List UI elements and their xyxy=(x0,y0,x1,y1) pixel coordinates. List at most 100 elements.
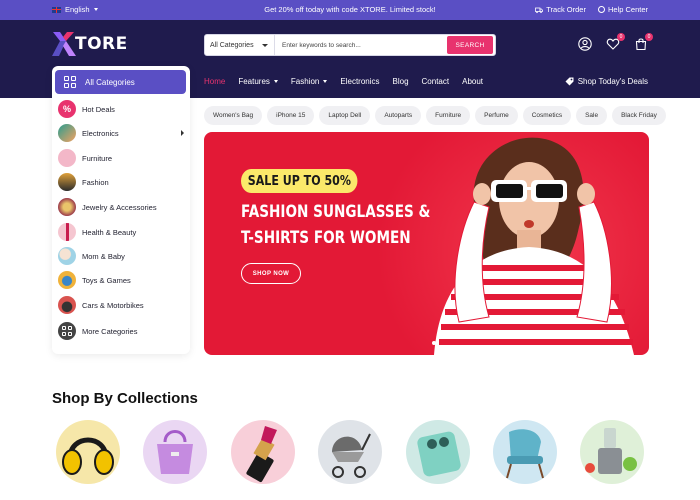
nav-fashion[interactable]: Fashion xyxy=(290,77,328,86)
chevron-down-icon xyxy=(323,80,328,83)
track-order-label: Track Order xyxy=(546,5,586,14)
headphones-collection-icon[interactable] xyxy=(56,420,120,484)
percent-icon: % xyxy=(58,100,76,118)
cart-button[interactable]: 0 xyxy=(634,33,653,51)
x-logo-icon xyxy=(52,32,76,56)
jewelry-thumb-icon xyxy=(58,198,76,216)
lipstick-collection-icon[interactable] xyxy=(231,420,295,484)
nav-home[interactable]: Home xyxy=(204,77,225,86)
category-label: Furniture xyxy=(82,153,113,163)
category-toys-games[interactable]: Toys & Games xyxy=(58,271,184,289)
nav-electronics-label: Electronics xyxy=(340,77,380,86)
category-health-beauty[interactable]: Health & Beauty xyxy=(58,223,184,241)
category-hot-deals[interactable]: % Hot Deals xyxy=(58,100,184,118)
tag-chip[interactable]: Women's Bag xyxy=(204,106,263,125)
main-nav: Home Features Fashion Electronics Blog C… xyxy=(204,77,483,86)
tag-chip[interactable]: iPhone 15 xyxy=(267,106,315,125)
search-category-label: All Categories xyxy=(210,41,254,49)
top-promo-bar: English Get 20% off today with code XTOR… xyxy=(0,0,700,20)
wishlist-button[interactable]: 0 xyxy=(606,33,625,51)
account-icon xyxy=(578,37,592,51)
tag-icon xyxy=(565,77,574,86)
category-label: Jewelry & Accessories xyxy=(82,202,157,212)
more-categories-link[interactable]: More Categories xyxy=(58,322,184,340)
nav-blog-label: Blog xyxy=(392,77,409,86)
all-categories-button[interactable]: All Categories xyxy=(55,70,186,94)
help-center-link[interactable]: Help Center xyxy=(597,5,648,14)
truck-icon xyxy=(535,7,544,13)
category-fashion[interactable]: Fashion xyxy=(58,173,184,191)
category-label: Electronics xyxy=(82,128,119,138)
category-label: Cars & Motorbikes xyxy=(82,300,144,310)
nav-fashion-label: Fashion xyxy=(290,77,320,86)
juicer-collection-icon[interactable] xyxy=(580,420,644,484)
nav-about-label: About xyxy=(462,77,484,86)
tag-chip[interactable]: Laptop Dell xyxy=(319,106,371,125)
site-logo[interactable]: TORE xyxy=(52,31,128,57)
collections-row xyxy=(0,420,700,500)
todays-deals-label: Shop Today's Deals xyxy=(577,77,648,86)
category-electronics[interactable]: Electronics xyxy=(58,124,184,142)
shop-now-button[interactable]: SHOP NOW xyxy=(241,263,301,284)
banner-headline-line2: T-SHIRTS FOR WOMEN xyxy=(241,228,411,248)
beauty-thumb-icon xyxy=(58,223,76,241)
toys-thumb-icon xyxy=(58,271,76,289)
tag-chip[interactable]: Sale xyxy=(576,106,608,125)
category-label: Health & Beauty xyxy=(82,227,137,237)
category-jewelry-accessories[interactable]: Jewelry & Accessories xyxy=(58,198,184,216)
carousel-dot[interactable] xyxy=(432,341,436,345)
category-label: Mom & Baby xyxy=(82,251,125,261)
chevron-right-icon xyxy=(181,130,184,136)
nav-electronics[interactable]: Electronics xyxy=(340,77,379,86)
nav-contact[interactable]: Contact xyxy=(422,77,450,86)
category-label: Toys & Games xyxy=(82,275,131,285)
banner-headline-line1: FASHION SUNGLASSES & xyxy=(241,202,431,222)
armchair-collection-icon[interactable] xyxy=(493,420,557,484)
furniture-thumb-icon xyxy=(58,149,76,167)
cars-thumb-icon xyxy=(58,296,76,314)
search-button[interactable]: SEARCH xyxy=(447,36,493,54)
account-button[interactable] xyxy=(578,37,592,51)
search-category-select[interactable]: All Categories xyxy=(205,35,275,55)
tag-chip[interactable]: Autoparts xyxy=(375,106,422,125)
nav-about[interactable]: About xyxy=(462,77,483,86)
more-grid-icon xyxy=(58,322,76,340)
chevron-down-icon xyxy=(261,43,268,47)
search-bar: All Categories SEARCH xyxy=(204,34,496,56)
nav-blog[interactable]: Blog xyxy=(393,77,409,86)
all-categories-label: All Categories xyxy=(85,77,135,87)
wishlist-count-badge: 0 xyxy=(617,33,625,41)
logo-wordmark: TORE xyxy=(75,34,128,54)
nav-features-label: Features xyxy=(238,77,270,86)
category-furniture[interactable]: Furniture xyxy=(58,149,184,167)
stroller-collection-icon[interactable] xyxy=(318,420,382,484)
collections-title: Shop By Collections xyxy=(52,390,198,407)
tag-chip[interactable]: Cosmetics xyxy=(522,106,572,125)
fashion-thumb-icon xyxy=(58,173,76,191)
nav-features[interactable]: Features xyxy=(238,77,278,86)
grid-icon xyxy=(64,76,76,88)
baby-thumb-icon xyxy=(58,247,76,265)
track-order-link[interactable]: Track Order xyxy=(535,5,586,14)
sale-pill: SALE UP TO 50% xyxy=(241,169,358,193)
tag-chip[interactable]: Black Friday xyxy=(612,106,666,125)
cart-count-badge: 0 xyxy=(645,33,653,41)
nav-contact-label: Contact xyxy=(421,77,450,86)
category-cars-motorbikes[interactable]: Cars & Motorbikes xyxy=(58,296,184,314)
chevron-down-icon xyxy=(273,80,278,83)
smartphone-collection-icon[interactable] xyxy=(406,420,470,484)
category-mom-baby[interactable]: Mom & Baby xyxy=(58,247,184,265)
todays-deals-link[interactable]: Shop Today's Deals xyxy=(565,77,648,86)
handbag-collection-icon[interactable] xyxy=(143,420,207,484)
tag-chip[interactable]: Furniture xyxy=(426,106,471,125)
tag-chip[interactable]: Perfume xyxy=(475,106,518,125)
search-input[interactable] xyxy=(275,41,447,49)
category-label: More Categories xyxy=(82,326,138,336)
info-icon xyxy=(597,6,605,13)
help-center-label: Help Center xyxy=(607,5,648,14)
category-label: Hot Deals xyxy=(82,104,115,114)
carousel-dots xyxy=(432,341,436,345)
nav-home-label: Home xyxy=(204,77,226,86)
hero-banner: SALE UP TO 50% FASHION SUNGLASSES & T-SH… xyxy=(204,132,649,355)
model-with-sunglasses-image xyxy=(434,137,634,355)
